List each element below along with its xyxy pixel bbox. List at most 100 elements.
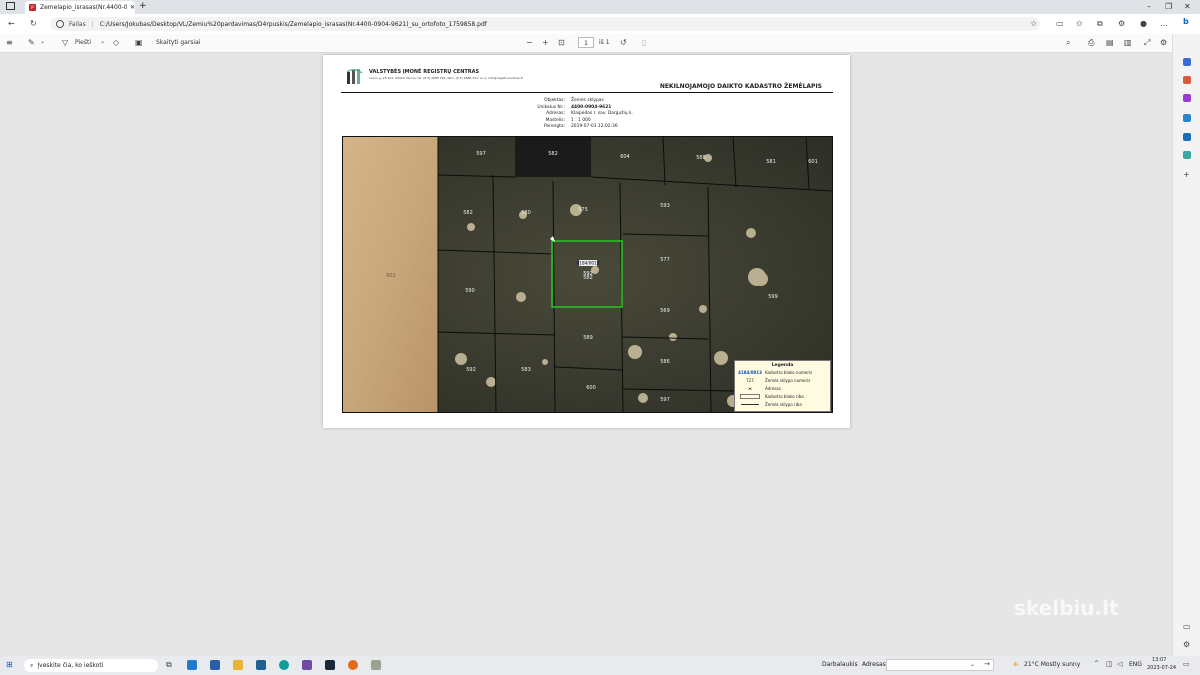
parcel-number-label: 593 xyxy=(660,203,670,209)
parcel-number-label: 588 xyxy=(696,155,706,161)
search-sidebar-icon[interactable] xyxy=(1183,58,1191,66)
read-aloud-label[interactable]: Skaityti garsiai xyxy=(156,39,200,46)
page-total: iš 1 xyxy=(599,39,610,46)
app-icon[interactable] xyxy=(371,660,381,670)
weather-icon[interactable]: ☀ xyxy=(1012,660,1019,669)
taskbar-search[interactable]: ⌕ Įveskite čia, ko ieškoti xyxy=(24,659,158,672)
app-icon[interactable] xyxy=(302,660,312,670)
close-tab-icon[interactable]: ✕ xyxy=(130,4,135,11)
edge-icon[interactable] xyxy=(279,660,289,670)
parcel-number-label: 602 xyxy=(386,273,396,279)
parcel-number-label: 589 xyxy=(583,335,593,341)
fullscreen-icon[interactable]: ⤢ xyxy=(1144,38,1150,48)
tab-title: Zemelapio_israsas(Nr.4400-0904-9621)_su_… xyxy=(40,4,127,11)
parcel-number-label: 590 xyxy=(465,288,475,294)
notifications-icon[interactable]: ▭ xyxy=(1183,660,1190,668)
maximize-icon[interactable]: ❐ xyxy=(1165,2,1172,11)
fit-page-icon[interactable]: ⊡ xyxy=(558,38,565,47)
org-name: VALSTYBĖS ĮMONĖ REGISTRŲ CENTRAS xyxy=(369,69,480,75)
task-view-icon[interactable]: ⧉ xyxy=(166,660,172,670)
org-address: Lvovo g. 25-101, 09320 Vilnius, tel. (8 … xyxy=(369,76,523,80)
parcel-number-label: 577 xyxy=(660,257,670,263)
app-icon[interactable] xyxy=(256,660,266,670)
eraser-icon[interactable]: ◇ xyxy=(113,38,119,47)
legend-row: 4184/0013 Kadastro bloko numeris xyxy=(738,369,813,375)
bing-icon[interactable]: b xyxy=(1183,17,1189,26)
pdf-toolbar: ≡ ✎ ⌄ ▽ Piešti ⌄ ◇ ▣ Skaityti garsiai − … xyxy=(0,34,1172,53)
draw-label[interactable]: Piešti xyxy=(75,39,91,46)
steam-icon[interactable] xyxy=(325,660,335,670)
favorites-icon[interactable]: ✩ xyxy=(1076,19,1083,28)
chevron-down-icon[interactable]: ⌄ xyxy=(100,38,105,45)
highlight-icon[interactable]: ✎ xyxy=(28,38,35,47)
minimize-icon[interactable]: – xyxy=(1147,2,1151,11)
back-icon[interactable]: ← xyxy=(8,19,15,28)
parcel-number-label: 600 xyxy=(586,385,596,391)
contents-icon[interactable]: ≡ xyxy=(6,38,13,47)
chevron-down-icon[interactable]: ⌄ xyxy=(40,38,45,45)
favorite-star-icon[interactable]: ☆ xyxy=(1030,19,1037,28)
read-aloud-icon[interactable]: ▣ xyxy=(135,38,143,47)
app-icon[interactable] xyxy=(187,660,197,670)
zoom-out-icon[interactable]: − xyxy=(526,38,533,47)
refresh-icon[interactable]: ↻ xyxy=(30,19,37,28)
new-tab-button[interactable]: + xyxy=(139,1,147,11)
parcel-number-label: 569 xyxy=(660,308,670,314)
settings-icon[interactable]: ⚙ xyxy=(1183,640,1190,649)
zoom-in-icon[interactable]: + xyxy=(542,38,549,47)
url-field[interactable]: Failas | C:/Users/Jokubas/Desktop/VL/Zem… xyxy=(50,17,1040,31)
draw-icon[interactable]: ▽ xyxy=(62,38,68,47)
windows-start-icon[interactable]: ⊞ xyxy=(6,660,13,669)
save-as-icon[interactable]: ▥ xyxy=(1124,38,1132,47)
page-view-icon[interactable]: ▯ xyxy=(642,38,646,47)
info-icon[interactable] xyxy=(56,20,64,28)
building-area xyxy=(515,137,591,177)
desktop-toolbar-label[interactable]: Darbalaukis xyxy=(822,661,858,668)
legend-row: ж Adresas xyxy=(748,385,781,391)
volume-icon[interactable]: ◁ xyxy=(1117,660,1122,668)
split-screen-icon[interactable]: ▭ xyxy=(1056,19,1064,28)
info-row: Parengta: 2019-07-03 12:02:36 xyxy=(543,124,618,129)
go-arrow-icon[interactable]: → xyxy=(984,660,990,668)
close-window-icon[interactable]: ✕ xyxy=(1184,2,1191,11)
chevron-down-icon[interactable]: ⌄ xyxy=(970,661,975,668)
tab-active[interactable]: P Zemelapio_israsas(Nr.4400-0904-9621)_s… xyxy=(25,1,135,14)
firefox-icon[interactable] xyxy=(348,660,358,670)
profile-icon[interactable]: ● xyxy=(1140,19,1147,28)
games-icon[interactable] xyxy=(1183,114,1191,122)
language-indicator[interactable]: ENG xyxy=(1129,661,1142,668)
parcel-number-label: 597 xyxy=(476,151,486,157)
legend-row: 727 Žemės sklypo numeris xyxy=(746,377,811,383)
menu-icon[interactable]: … xyxy=(1160,19,1168,28)
tab-actions-icon[interactable] xyxy=(6,2,15,10)
save-icon[interactable]: ▤ xyxy=(1106,38,1114,47)
outlook-icon[interactable] xyxy=(1183,133,1191,141)
info-table: Objektas: Žemės sklypas Unikalus Nr.: 4400… xyxy=(523,98,633,131)
weather-text[interactable]: 21°C Mostly sunny xyxy=(1024,661,1080,668)
extensions-icon[interactable]: ⚙ xyxy=(1118,19,1125,28)
tools-icon[interactable] xyxy=(1183,94,1191,102)
settings-icon[interactable]: ⚙ xyxy=(1160,38,1167,47)
page-number-input[interactable]: 1 xyxy=(578,37,594,48)
clock-date[interactable]: 2023-07-24 xyxy=(1147,665,1176,671)
print-icon[interactable]: ⎙ xyxy=(1088,38,1094,48)
parcel-number-label: 582 xyxy=(548,151,558,157)
shopping-icon[interactable] xyxy=(1183,76,1191,84)
add-sidebar-icon[interactable]: + xyxy=(1183,170,1190,179)
address-bar: ← ↻ Failas | C:/Users/Jokubas/Desktop/VL… xyxy=(0,14,1200,34)
edge-sidebar: + ▭ ⚙ xyxy=(1172,34,1200,656)
tray-chevron-icon[interactable]: ^ xyxy=(1094,660,1099,667)
app-icon[interactable] xyxy=(210,660,220,670)
clock-time[interactable]: 13:07 xyxy=(1152,657,1166,663)
watermark-logo: skelbiu.lt xyxy=(1014,596,1119,620)
collections-icon[interactable]: ⧉ xyxy=(1097,19,1103,29)
split-icon[interactable]: ▭ xyxy=(1183,622,1191,631)
network-icon[interactable]: ◫ xyxy=(1106,660,1113,668)
parcel-number-label: 582 xyxy=(463,210,473,216)
drop-icon[interactable] xyxy=(1183,151,1191,159)
rotate-icon[interactable]: ↺ xyxy=(620,38,627,47)
search-icon[interactable]: ⌕ xyxy=(1066,38,1070,48)
address-toolbar-input[interactable] xyxy=(886,659,994,671)
ortho-map: 597 582 604 588 581 601 582 580 575 593 602 590 582 5… xyxy=(342,136,833,413)
file-explorer-icon[interactable] xyxy=(233,660,243,670)
